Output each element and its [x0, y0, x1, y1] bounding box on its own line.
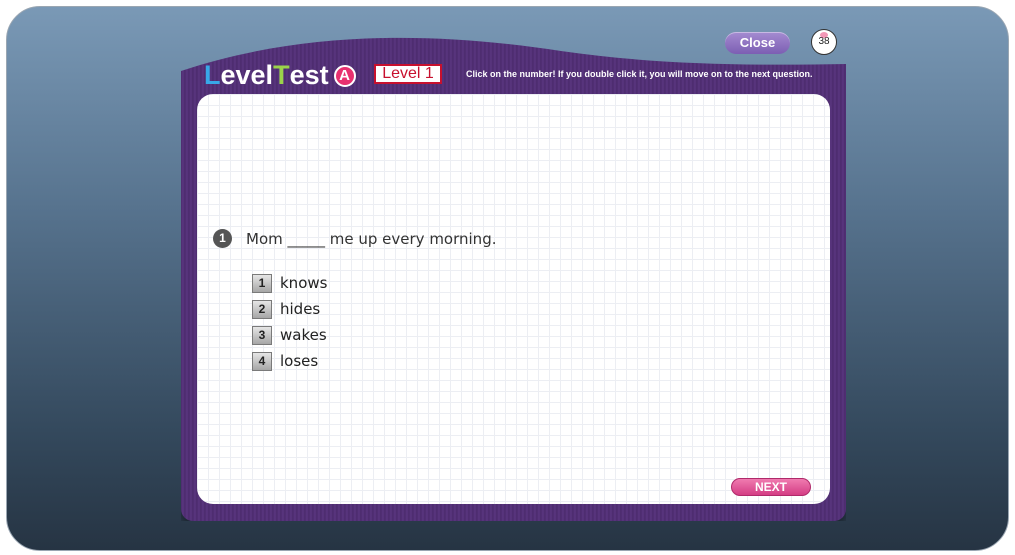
answer-option-4[interactable]: 4 loses [252, 348, 327, 374]
answer-option-2[interactable]: 2 hides [252, 296, 327, 322]
answer-option-1[interactable]: 1 knows [252, 270, 327, 296]
level-label: Level 1 [374, 64, 442, 84]
question-text: Mom _____ me up every morning. [246, 230, 497, 248]
next-button[interactable]: NEXT [731, 478, 811, 496]
option-number-button[interactable]: 2 [252, 299, 272, 319]
answer-options: 1 knows 2 hides 3 wakes 4 loses [252, 270, 327, 374]
question-counter: 38 [811, 29, 837, 55]
option-label: hides [280, 300, 321, 318]
test-type-badge: A [333, 64, 356, 87]
answer-option-3[interactable]: 3 wakes [252, 322, 327, 348]
instruction-text: Click on the number! If you double click… [466, 69, 813, 79]
close-button[interactable]: Close [725, 32, 790, 54]
title-letter-t: T [273, 60, 290, 90]
option-label: knows [280, 274, 328, 292]
title-text-est: est [289, 60, 329, 90]
option-label: loses [280, 352, 319, 370]
option-number-button[interactable]: 1 [252, 273, 272, 293]
title-text-evel: evel [220, 60, 274, 90]
page-title: Level Test A [204, 60, 356, 91]
option-number-button[interactable]: 3 [252, 325, 272, 345]
question-number-badge: 1 [213, 229, 232, 248]
option-number-button[interactable]: 4 [252, 351, 272, 371]
option-label: wakes [280, 326, 327, 344]
title-letter-l: L [204, 60, 221, 90]
